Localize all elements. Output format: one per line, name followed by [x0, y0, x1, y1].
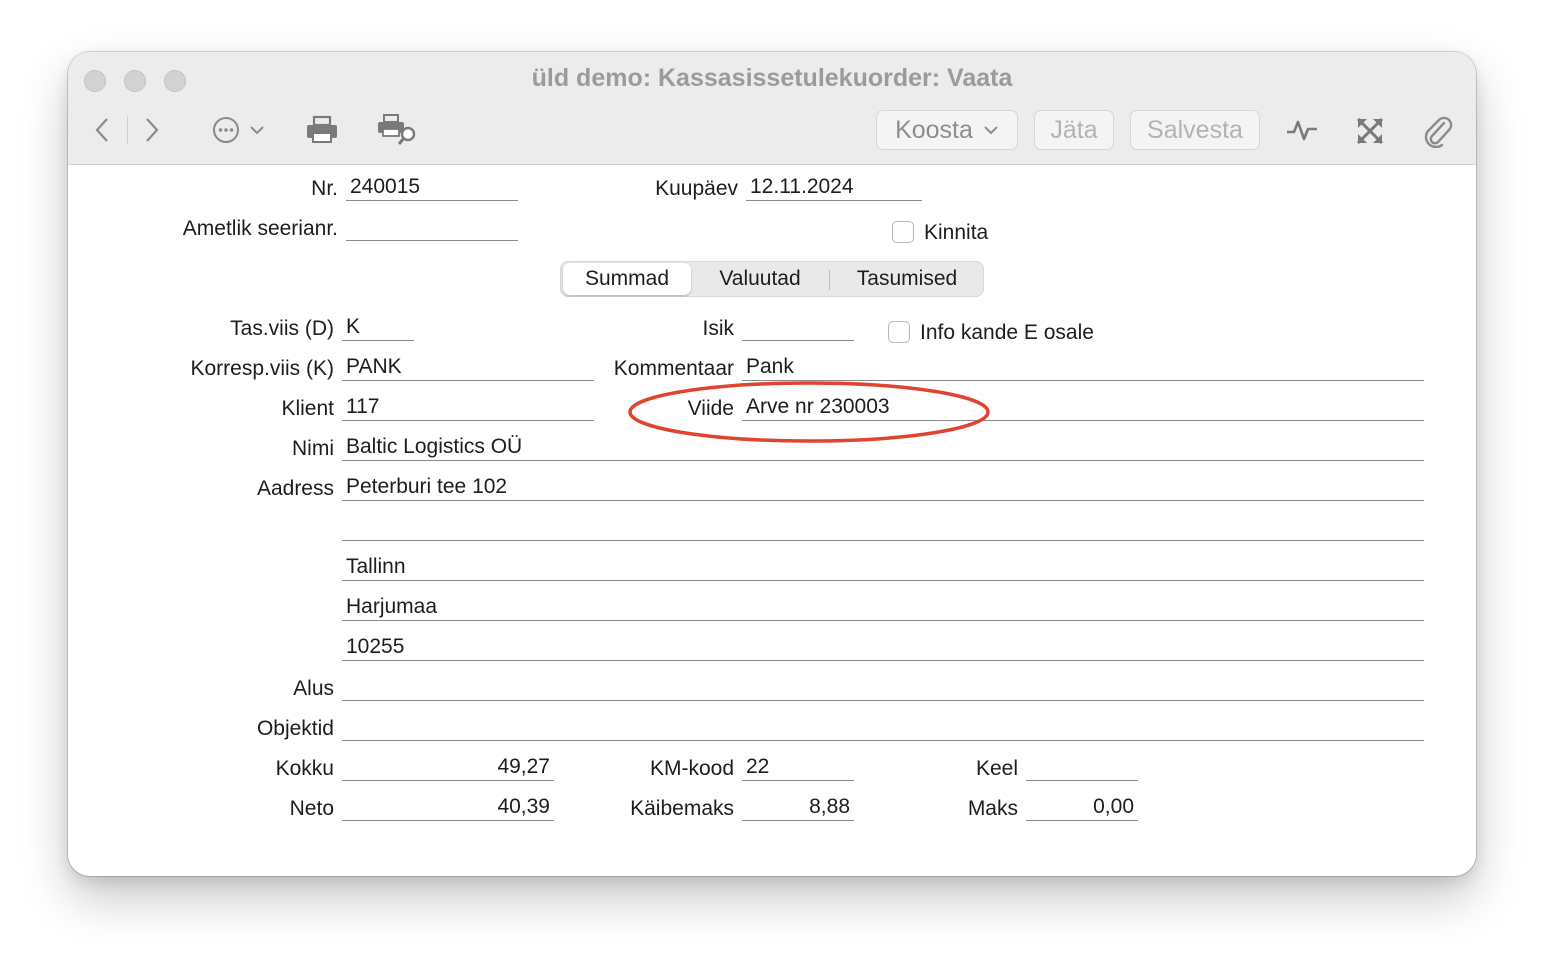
back-button[interactable] [88, 114, 116, 146]
maks-field[interactable]: 0,00 [1026, 795, 1138, 821]
ellipsis-circle-icon [213, 117, 239, 143]
nr-field[interactable]: 240015 [346, 175, 518, 201]
address-line-4-field[interactable]: Harjumaa [342, 595, 1424, 621]
isik-field[interactable] [742, 315, 854, 341]
nav-divider [127, 116, 128, 144]
seerianr-label: Ametlik seerianr. [182, 217, 338, 240]
tab-tasumised[interactable]: Tasumised [833, 262, 981, 296]
klient-field[interactable]: 117 [342, 395, 594, 421]
keel-label: Keel [975, 757, 1018, 780]
jata-label: Jäta [1050, 115, 1098, 144]
document-window: üld demo: Kassasissetulekuorder: Vaata K… [68, 52, 1476, 876]
objektid-label: Objektid [256, 717, 334, 740]
activity-button[interactable] [1282, 114, 1322, 146]
print-preview-button[interactable] [374, 112, 422, 150]
salvesta-label: Salvesta [1147, 115, 1243, 144]
tasviis-label: Tas.viis (D) [230, 317, 334, 340]
tab-summad[interactable]: Summad [563, 263, 691, 295]
expand-button[interactable] [1352, 114, 1388, 148]
address-line-2-field[interactable] [342, 515, 1424, 541]
korresp-field[interactable]: PANK [342, 355, 594, 381]
form-content: Nr. 240015 Kuupäev 12.11.2024 Ametlik se… [68, 165, 1476, 876]
kinnita-checkbox[interactable] [892, 221, 914, 243]
kokku-field[interactable]: 49,27 [342, 755, 554, 781]
maks-label: Maks [967, 797, 1018, 820]
aadress-label: Aadress [256, 477, 334, 500]
address-line-5-field[interactable]: 10255 [342, 635, 1424, 661]
info-kande-checkbox[interactable] [888, 321, 910, 343]
window-title: üld demo: Kassasissetulekuorder: Vaata [531, 64, 1013, 92]
more-actions-button[interactable] [206, 114, 270, 146]
tab-bar: Summad Valuutad Tasumised [560, 261, 984, 297]
alus-field[interactable] [342, 675, 1424, 701]
address-line-1-field[interactable]: Peterburi tee 102 [342, 475, 1424, 501]
isik-label: Isik [702, 317, 735, 340]
kmkood-field[interactable]: 22 [742, 755, 854, 781]
paperclip-icon [1424, 116, 1453, 148]
expand-arrows-icon [1356, 117, 1384, 145]
activity-wave-icon [1287, 120, 1317, 141]
tab-divider [829, 270, 830, 290]
korresp-label: Korresp.viis (K) [190, 357, 334, 380]
tasviis-field[interactable]: K [342, 315, 414, 341]
nr-label: Nr. [311, 177, 338, 200]
kaibemaks-label: Käibemaks [630, 797, 734, 820]
alus-label: Alus [293, 677, 334, 700]
kinnita-label: Kinnita [924, 221, 989, 244]
neto-label: Neto [289, 797, 334, 820]
koosta-label: Koosta [895, 115, 973, 144]
seerianr-field[interactable] [346, 215, 518, 241]
printer-icon [307, 115, 337, 143]
kmkood-label: KM-kood [649, 757, 734, 780]
klient-label: Klient [281, 397, 334, 420]
forward-button[interactable] [138, 114, 166, 146]
kuupaev-field[interactable]: 12.11.2024 [746, 175, 922, 201]
neto-field[interactable]: 40,39 [342, 795, 554, 821]
kuupaev-label: Kuupäev [655, 177, 738, 200]
kaibemaks-field[interactable]: 8,88 [742, 795, 854, 821]
tab-valuutad[interactable]: Valuutad [695, 262, 825, 296]
kokku-label: Kokku [275, 757, 334, 780]
print-button[interactable] [304, 112, 340, 148]
print-preview-icon [378, 114, 416, 145]
keel-field[interactable] [1026, 755, 1138, 781]
chevron-left-icon [95, 118, 108, 142]
chevron-right-icon [146, 118, 159, 142]
chevron-down-icon [250, 126, 264, 135]
chevron-down-icon [984, 126, 998, 135]
highlight-ellipse [628, 381, 990, 443]
objektid-field[interactable] [342, 715, 1424, 741]
salvesta-button[interactable]: Salvesta [1130, 110, 1260, 150]
koosta-menu-button[interactable]: Koosta [876, 110, 1018, 150]
nimi-label: Nimi [292, 437, 334, 460]
attachment-button[interactable] [1420, 112, 1456, 150]
address-line-3-field[interactable]: Tallinn [342, 555, 1424, 581]
title-bar: üld demo: Kassasissetulekuorder: Vaata K… [68, 52, 1476, 165]
info-kande-label: Info kande E osale [920, 321, 1094, 344]
jata-button[interactable]: Jäta [1034, 110, 1114, 150]
